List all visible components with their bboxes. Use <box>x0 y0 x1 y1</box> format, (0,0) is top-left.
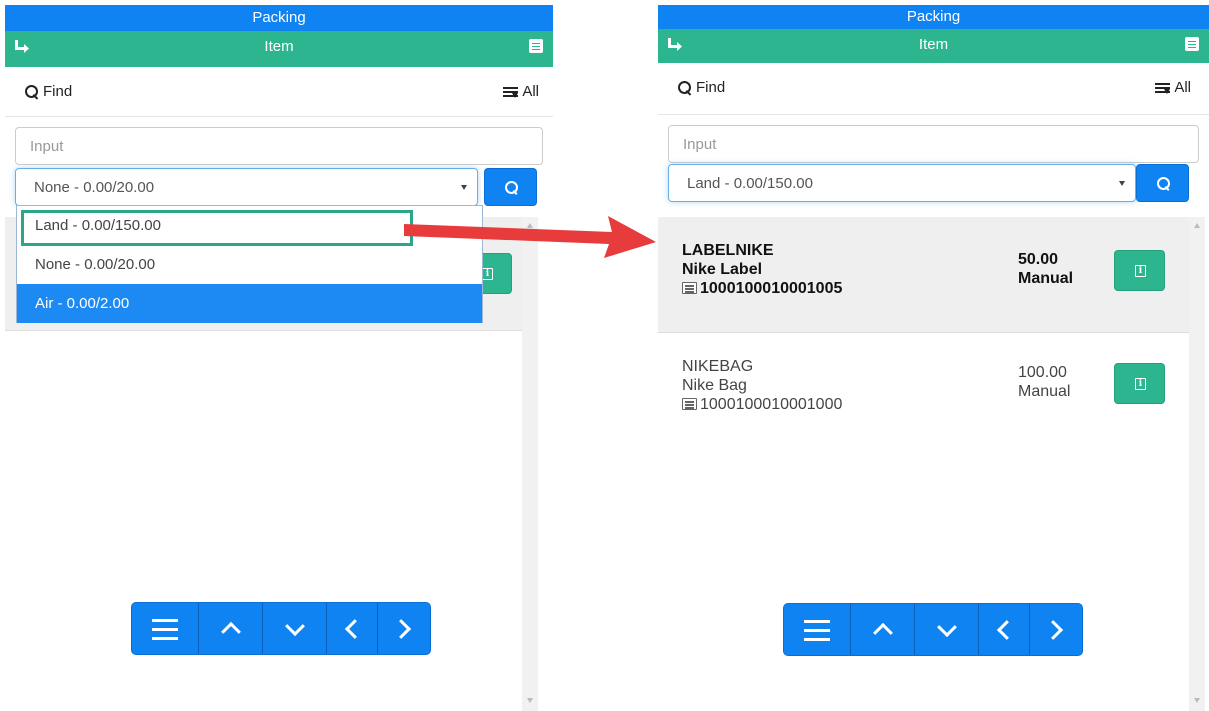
previous-button[interactable] <box>327 603 378 654</box>
next-button[interactable] <box>1030 604 1082 655</box>
header-bar: Item <box>5 31 553 67</box>
title-bar: Packing <box>5 5 553 31</box>
shipping-select[interactable]: Land - 0.00/150.00 <box>668 164 1136 202</box>
scroll-down-icon[interactable] <box>527 698 533 703</box>
item-qty-value: 100.00 <box>1018 364 1067 381</box>
chevron-right-icon <box>391 618 412 639</box>
item-name: Nike Bag <box>682 377 747 394</box>
find-row: Find All <box>5 67 553 117</box>
item-barcode-line: 1000100010001000 <box>682 395 842 414</box>
search-icon <box>25 84 39 99</box>
caret-down-icon <box>1119 181 1125 186</box>
item-code: LABELNIKE <box>682 242 774 259</box>
item-qty-mode: Manual <box>1018 270 1074 287</box>
chevron-right-icon <box>1043 619 1064 640</box>
chevron-down-icon <box>284 615 305 636</box>
next-button[interactable] <box>378 603 430 654</box>
scrollbar[interactable] <box>522 217 538 711</box>
info-icon: i <box>1135 265 1146 277</box>
nav-toolbar <box>783 603 1083 656</box>
all-filter-button[interactable]: All <box>1155 79 1191 96</box>
item-qty-value: 50.00 <box>1018 251 1059 268</box>
menu-icon <box>152 618 178 622</box>
all-label: All <box>1174 79 1191 96</box>
barcode-icon <box>682 398 697 410</box>
chevron-up-icon <box>872 622 893 643</box>
scroll-down-icon[interactable] <box>1194 698 1200 703</box>
document-icon[interactable] <box>529 39 543 53</box>
find-label: Find <box>43 83 73 100</box>
header-title: Item <box>264 38 294 55</box>
left-panel: Packing Item Find All Input None - 0.00/… <box>5 5 553 711</box>
search-button[interactable] <box>1136 164 1189 202</box>
list-filter-icon <box>503 86 519 98</box>
back-arrow-icon[interactable] <box>13 39 31 55</box>
document-icon[interactable] <box>1185 37 1199 51</box>
barcode-icon <box>682 282 697 294</box>
item-barcode: 1000100010001000 <box>700 396 843 413</box>
info-button[interactable]: i <box>1114 250 1165 291</box>
transition-arrow-icon <box>404 216 656 258</box>
item-quantity: 100.00 Manual <box>1018 363 1070 401</box>
info-icon: i <box>1135 378 1146 390</box>
item-name: Nike Label <box>682 261 763 278</box>
scroll-up-icon[interactable] <box>1194 223 1200 228</box>
item-details: NIKEBAG Nike Bag 1000100010001000 <box>682 357 842 414</box>
header-bar: Item <box>658 29 1209 63</box>
find-button[interactable]: Find <box>25 83 72 100</box>
scrollbar[interactable] <box>1189 217 1205 711</box>
up-button[interactable] <box>199 603 263 654</box>
nav-toolbar <box>131 602 431 655</box>
info-icon: i <box>482 268 493 280</box>
select-value: Land - 0.00/150.00 <box>687 175 813 192</box>
dropdown-option-highlighted[interactable]: Air - 0.00/2.00 <box>17 284 482 323</box>
all-filter-button[interactable]: All <box>503 83 539 100</box>
menu-button[interactable] <box>132 603 199 654</box>
list-item[interactable]: LABELNIKE Nike Label 1000100010001005 50… <box>658 217 1193 333</box>
chevron-down-icon <box>936 616 957 637</box>
up-button[interactable] <box>851 604 915 655</box>
previous-button[interactable] <box>979 604 1030 655</box>
down-button[interactable] <box>263 603 327 654</box>
item-barcode-line: 1000100010001005 <box>682 279 842 298</box>
search-icon <box>1157 177 1171 191</box>
chevron-up-icon <box>220 621 241 642</box>
input-field[interactable]: Input <box>15 127 543 165</box>
list-filter-icon <box>1155 82 1171 94</box>
item-code: NIKEBAG <box>682 358 754 375</box>
item-barcode: 1000100010001005 <box>700 280 843 297</box>
title-bar: Packing <box>658 5 1209 29</box>
info-button[interactable]: i <box>1114 363 1165 404</box>
chevron-left-icon <box>996 619 1017 640</box>
back-arrow-icon[interactable] <box>666 37 684 53</box>
item-details: LABELNIKE Nike Label 1000100010001005 <box>682 241 842 298</box>
item-quantity: 50.00 Manual <box>1018 250 1073 288</box>
item-qty-mode: Manual <box>1018 383 1071 400</box>
header-title: Item <box>918 36 949 53</box>
find-button[interactable]: Find <box>678 79 725 96</box>
search-icon <box>678 80 692 95</box>
down-button[interactable] <box>915 604 979 655</box>
find-row: Find All <box>658 63 1209 115</box>
select-value: None - 0.00/20.00 <box>34 179 155 196</box>
selection-highlight <box>21 210 413 246</box>
right-panel: Packing Item Find All Input Land - 0.00/… <box>658 5 1209 711</box>
chevron-left-icon <box>344 618 365 639</box>
list-item[interactable]: NIKEBAG Nike Bag 1000100010001000 100.00… <box>658 333 1193 437</box>
input-field[interactable]: Input <box>668 125 1199 163</box>
find-label: Find <box>696 79 726 96</box>
all-label: All <box>522 83 539 100</box>
menu-button[interactable] <box>784 604 851 655</box>
menu-icon <box>804 619 830 623</box>
